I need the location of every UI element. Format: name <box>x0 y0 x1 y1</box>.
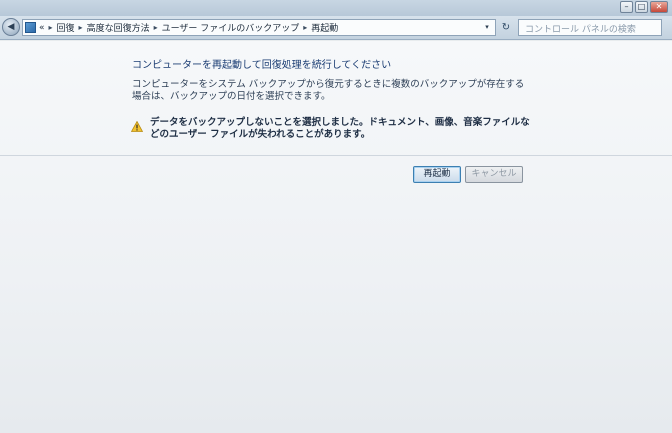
warning-icon <box>131 121 143 132</box>
title-bar: – □ ✕ <box>0 0 672 16</box>
breadcrumb-separator: ▸ <box>48 23 53 32</box>
back-arrow-icon[interactable]: ◀ <box>2 18 20 36</box>
breadcrumb-overflow[interactable]: « <box>39 23 45 33</box>
restart-button[interactable]: 再起動 <box>413 166 461 183</box>
close-button[interactable]: ✕ <box>650 1 668 13</box>
breadcrumb-item-advanced-recovery[interactable]: 高度な回復方法 <box>87 21 150 34</box>
breadcrumb[interactable]: « ▸ 回復 ▸ 高度な回復方法 ▸ ユーザー ファイルのバックアップ ▸ 再起… <box>22 19 496 36</box>
maximize-button[interactable]: □ <box>635 1 648 13</box>
address-bar: ◀ « ▸ 回復 ▸ 高度な回復方法 ▸ ユーザー ファイルのバックアップ ▸ … <box>0 16 672 40</box>
refresh-icon[interactable]: ↻ <box>498 20 514 36</box>
breadcrumb-separator: ▸ <box>303 23 308 32</box>
divider <box>0 155 672 156</box>
content-area: コンピューターを再起動して回復処理を続行してください コンピューターをシステム … <box>0 41 672 433</box>
page-title: コンピューターを再起動して回復処理を続行してください <box>132 60 392 71</box>
window-controls: – □ ✕ <box>620 1 668 14</box>
breadcrumb-item-backup-user-files[interactable]: ユーザー ファイルのバックアップ <box>162 21 300 34</box>
search-input[interactable]: コントロール パネルの検索 <box>518 19 662 36</box>
control-panel-icon <box>25 22 36 33</box>
cancel-button[interactable]: キャンセル <box>465 166 523 183</box>
breadcrumb-item-recovery[interactable]: 回復 <box>57 21 75 34</box>
description-text: コンピューターをシステム バックアップから復元するときに複数のバックアップが存在… <box>132 79 525 102</box>
breadcrumb-separator: ▸ <box>78 23 83 32</box>
breadcrumb-separator: ▸ <box>153 23 158 32</box>
warning-text: データをバックアップしないことを選択しました。ドキュメント、画像、音楽ファイルな… <box>150 117 530 140</box>
breadcrumb-item-restart[interactable]: 再起動 <box>311 21 338 34</box>
chevron-down-icon[interactable]: ▾ <box>481 21 493 34</box>
minimize-button[interactable]: – <box>620 1 633 13</box>
